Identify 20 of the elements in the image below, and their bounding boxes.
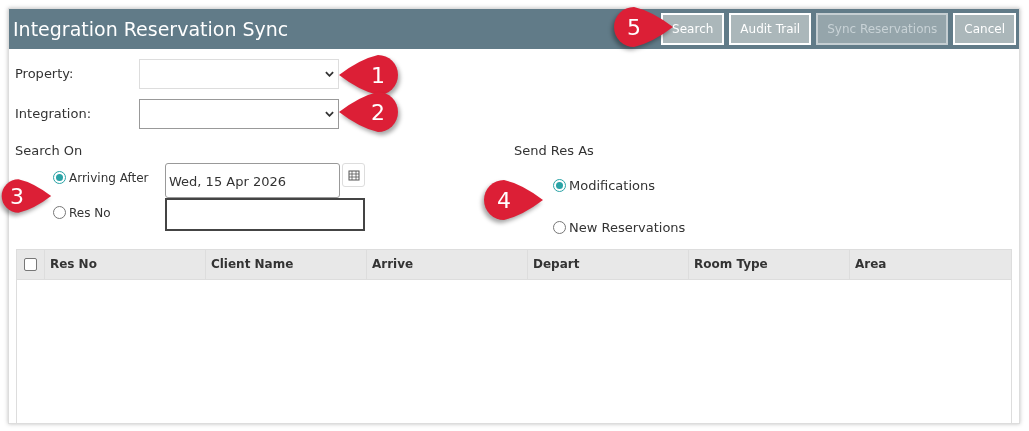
callout-marker: 4 xyxy=(482,178,544,222)
window-title: Integration Reservation Sync xyxy=(13,16,289,42)
callout-marker: 3 xyxy=(0,176,52,216)
field-label: Property: xyxy=(15,65,75,84)
column-header[interactable]: Depart xyxy=(527,249,689,279)
radio-label: Res No xyxy=(69,204,111,222)
radio-label: Modifications xyxy=(569,176,655,195)
field-label: Integration: xyxy=(15,105,92,124)
column-header[interactable]: Area xyxy=(850,249,1011,279)
column-header[interactable]: Client Name xyxy=(205,249,367,279)
date-field[interactable]: Wed, 15 Apr 2026 xyxy=(165,162,340,198)
callout-marker: 5 xyxy=(612,5,674,49)
section-heading: Search On xyxy=(15,142,84,160)
column-header[interactable]: Room Type xyxy=(689,249,850,279)
column-header[interactable]: Res No xyxy=(44,249,206,279)
section-heading: Send Res As xyxy=(514,142,595,160)
callout-marker: 2 xyxy=(338,90,400,134)
radio-label: Arriving After xyxy=(69,169,149,187)
column-header[interactable]: Arrive xyxy=(366,249,528,279)
radio-label: New Reservations xyxy=(569,219,686,237)
